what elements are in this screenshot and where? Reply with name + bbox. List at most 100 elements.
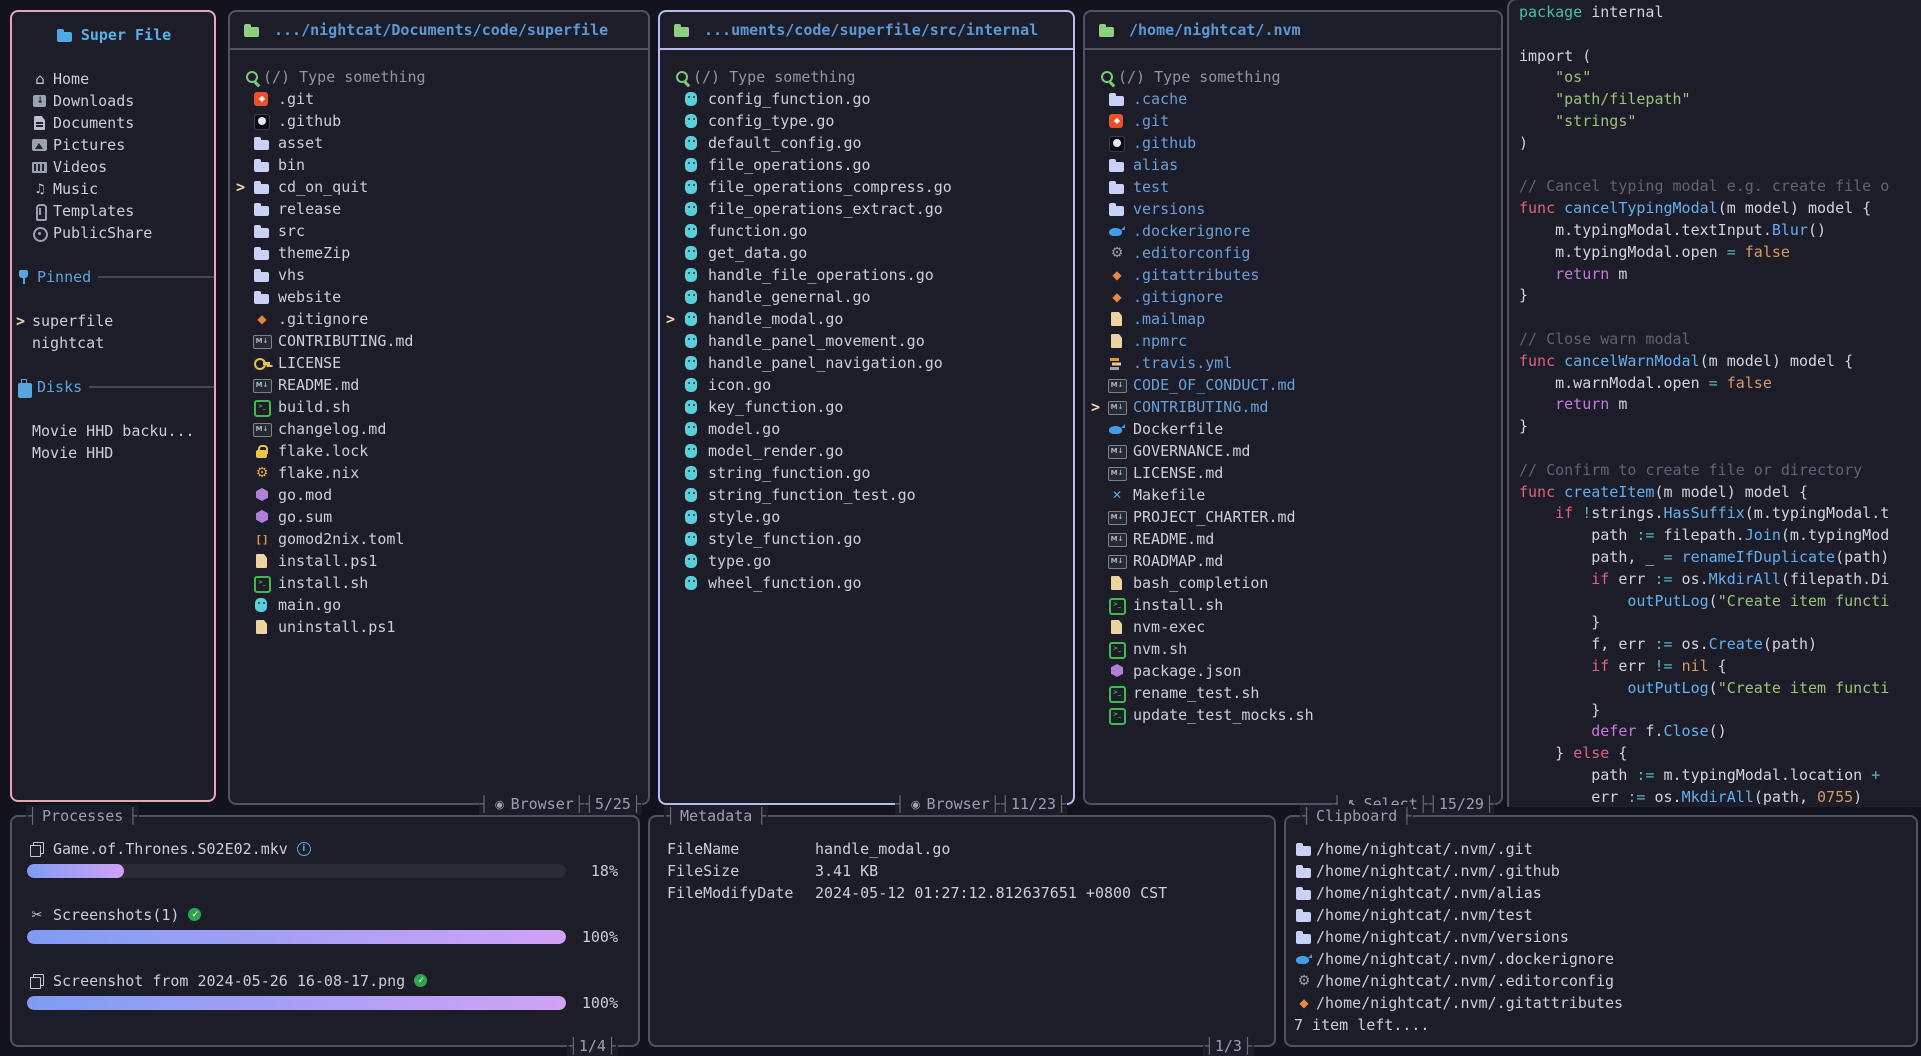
file-row[interactable]: .dockerignore xyxy=(1085,220,1501,242)
file-row[interactable]: config_function.go xyxy=(660,88,1073,110)
file-row[interactable]: install.ps1 xyxy=(230,550,648,572)
file-row[interactable]: file_operations.go xyxy=(660,154,1073,176)
sidebar-item-videos[interactable]: Videos xyxy=(12,156,214,178)
file-row[interactable]: .gitignore xyxy=(230,308,648,330)
file-row[interactable]: build.sh xyxy=(230,396,648,418)
sidebar-entry[interactable]: Movie HHD backu... xyxy=(12,420,214,442)
sidebar-item-downloads[interactable]: Downloads xyxy=(12,90,214,112)
diamond-icon xyxy=(252,310,272,328)
sidebar-entry[interactable]: Movie HHD xyxy=(12,442,214,464)
file-row[interactable]: update_test_mocks.sh xyxy=(1085,704,1501,726)
file-row[interactable]: themeZip xyxy=(230,242,648,264)
file-row[interactable]: .github xyxy=(230,110,648,132)
file-row[interactable]: rename_test.sh xyxy=(1085,682,1501,704)
file-row[interactable]: .gitattributes xyxy=(1085,264,1501,286)
file-row[interactable]: ROADMAP.md xyxy=(1085,550,1501,572)
file-row[interactable]: website xyxy=(230,286,648,308)
file-row[interactable]: function.go xyxy=(660,220,1073,242)
file-row[interactable]: cd_on_quit xyxy=(230,176,648,198)
file-row[interactable]: go.sum xyxy=(230,506,648,528)
file-row[interactable]: string_function.go xyxy=(660,462,1073,484)
file-row[interactable]: uninstall.ps1 xyxy=(230,616,648,638)
file-row[interactable]: Makefile xyxy=(1085,484,1501,506)
file-row[interactable]: CONTRIBUTING.md xyxy=(230,330,648,352)
file-row[interactable]: LICENSE xyxy=(230,352,648,374)
file-row[interactable]: .cache xyxy=(1085,88,1501,110)
process-item[interactable]: Screenshots(1)100% xyxy=(12,904,638,948)
sidebar-item-music[interactable]: Music xyxy=(12,178,214,200)
sidebar-item-documents[interactable]: Documents xyxy=(12,112,214,134)
sidebar-item-templates[interactable]: Templates xyxy=(12,200,214,222)
file-row[interactable]: handle_panel_navigation.go xyxy=(660,352,1073,374)
file-row[interactable]: README.md xyxy=(230,374,648,396)
panel-3-search-input[interactable]: (/) Type something xyxy=(1085,66,1501,88)
file-row[interactable]: file_operations_compress.go xyxy=(660,176,1073,198)
sidebar-item-home[interactable]: Home xyxy=(12,68,214,90)
file-row[interactable]: style.go xyxy=(660,506,1073,528)
file-row[interactable]: .travis.yml xyxy=(1085,352,1501,374)
file-row[interactable]: CODE_OF_CONDUCT.md xyxy=(1085,374,1501,396)
file-row[interactable]: changelog.md xyxy=(230,418,648,440)
file-row[interactable]: handle_file_operations.go xyxy=(660,264,1073,286)
code-line: "os" xyxy=(1519,67,1921,89)
file-row[interactable]: flake.lock xyxy=(230,440,648,462)
file-row[interactable]: GOVERNANCE.md xyxy=(1085,440,1501,462)
file-row[interactable]: versions xyxy=(1085,198,1501,220)
file-row[interactable]: type.go xyxy=(660,550,1073,572)
file-row[interactable]: .git xyxy=(1085,110,1501,132)
file-row[interactable]: key_function.go xyxy=(660,396,1073,418)
sidebar-entry[interactable]: nightcat xyxy=(12,332,214,354)
file-row[interactable]: test xyxy=(1085,176,1501,198)
file-row[interactable]: wheel_function.go xyxy=(660,572,1073,594)
file-row[interactable]: README.md xyxy=(1085,528,1501,550)
file-row[interactable]: handle_genernal.go xyxy=(660,286,1073,308)
file-row[interactable]: install.sh xyxy=(1085,594,1501,616)
file-row[interactable]: Dockerfile xyxy=(1085,418,1501,440)
file-row[interactable]: model_render.go xyxy=(660,440,1073,462)
folder-icon xyxy=(252,156,272,174)
file-row[interactable]: config_type.go xyxy=(660,110,1073,132)
file-row[interactable]: style_function.go xyxy=(660,528,1073,550)
file-row[interactable]: nvm.sh xyxy=(1085,638,1501,660)
file-row[interactable]: handle_panel_movement.go xyxy=(660,330,1073,352)
file-row[interactable]: handle_modal.go xyxy=(660,308,1073,330)
panel-1-search-input[interactable]: (/) Type something xyxy=(230,66,648,88)
file-row[interactable]: go.mod xyxy=(230,484,648,506)
file-row[interactable]: icon.go xyxy=(660,374,1073,396)
file-row[interactable]: default_config.go xyxy=(660,132,1073,154)
file-row[interactable]: CONTRIBUTING.md xyxy=(1085,396,1501,418)
file-row[interactable]: release xyxy=(230,198,648,220)
file-row[interactable]: package.json xyxy=(1085,660,1501,682)
file-row[interactable]: .mailmap xyxy=(1085,308,1501,330)
panel-2-search-input[interactable]: (/) Type something xyxy=(660,66,1073,88)
file-row[interactable]: install.sh xyxy=(230,572,648,594)
file-row[interactable]: bash_completion xyxy=(1085,572,1501,594)
file-row[interactable]: gomod2nix.toml xyxy=(230,528,648,550)
file-row[interactable]: vhs xyxy=(230,264,648,286)
go-icon xyxy=(682,420,702,438)
file-row[interactable]: string_function_test.go xyxy=(660,484,1073,506)
file-row[interactable]: LICENSE.md xyxy=(1085,462,1501,484)
sidebar-item-pictures[interactable]: Pictures xyxy=(12,134,214,156)
file-row[interactable]: .editorconfig xyxy=(1085,242,1501,264)
process-item[interactable]: Screenshot from 2024-05-26 16-08-17.png1… xyxy=(12,970,638,1014)
file-row[interactable]: get_data.go xyxy=(660,242,1073,264)
file-row[interactable]: flake.nix xyxy=(230,462,648,484)
sidebar-entry[interactable]: superfile xyxy=(12,310,214,332)
file-row[interactable]: bin xyxy=(230,154,648,176)
sidebar-item-publicshare[interactable]: PublicShare xyxy=(12,222,214,244)
go-icon xyxy=(682,332,702,350)
file-row[interactable]: main.go xyxy=(230,594,648,616)
file-row[interactable]: alias xyxy=(1085,154,1501,176)
file-row[interactable]: .github xyxy=(1085,132,1501,154)
file-row[interactable]: .git xyxy=(230,88,648,110)
file-row[interactable]: .gitignore xyxy=(1085,286,1501,308)
file-row[interactable]: nvm-exec xyxy=(1085,616,1501,638)
file-row[interactable]: file_operations_extract.go xyxy=(660,198,1073,220)
file-row[interactable]: src xyxy=(230,220,648,242)
file-row[interactable]: .npmrc xyxy=(1085,330,1501,352)
file-row[interactable]: model.go xyxy=(660,418,1073,440)
file-row[interactable]: PROJECT_CHARTER.md xyxy=(1085,506,1501,528)
file-row[interactable]: asset xyxy=(230,132,648,154)
process-item[interactable]: Game.of.Thrones.S02E02.mkv18% xyxy=(12,838,638,882)
